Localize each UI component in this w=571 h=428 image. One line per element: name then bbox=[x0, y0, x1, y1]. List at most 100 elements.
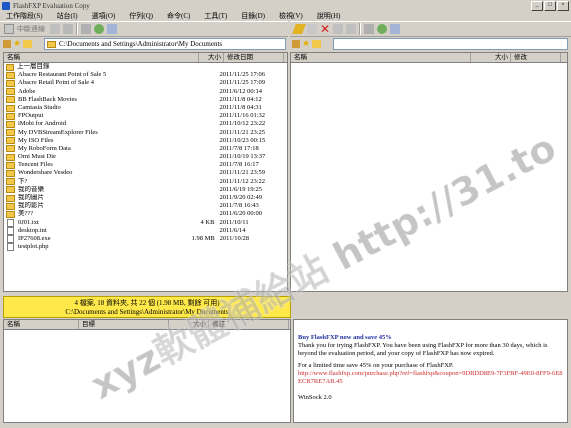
purchase-link[interactable]: http://www.flashfxp.com/purchase.php?ref… bbox=[298, 370, 563, 386]
home-icon[interactable] bbox=[3, 40, 11, 48]
file-name: 我的圖片 bbox=[18, 194, 44, 201]
file-row[interactable]: 0J01.txt 4 KB 2011/10/11 bbox=[4, 219, 287, 227]
file-size bbox=[192, 104, 216, 112]
column-name[interactable]: 名稱 bbox=[291, 53, 471, 62]
minimize-button[interactable]: _ bbox=[531, 1, 543, 11]
file-name: 下? bbox=[18, 177, 28, 185]
column-modified[interactable]: 修改日期 bbox=[224, 53, 284, 62]
folder-icon bbox=[6, 104, 15, 112]
queue-column-name[interactable]: 名稱 bbox=[4, 320, 79, 329]
folder-icon bbox=[6, 202, 15, 210]
queue-column-notes[interactable]: 備註 bbox=[209, 320, 289, 329]
message-title: Buy FlashFXP now and save 45% bbox=[298, 334, 392, 341]
queue-icon[interactable] bbox=[364, 24, 374, 34]
file-row[interactable]: FPOutput 2011/11/16 01:32 bbox=[4, 112, 287, 120]
file-row[interactable]: My DVBStreamExplorer Files 2011/11/21 23:… bbox=[4, 129, 287, 137]
favorites-icon[interactable]: ★ bbox=[13, 39, 21, 49]
file-row[interactable]: Adobe 2011/6/12 00:14 bbox=[4, 88, 287, 96]
up-directory-icon[interactable] bbox=[23, 40, 33, 48]
file-row[interactable]: 美??? 2011/6/20 00:00 bbox=[4, 210, 287, 218]
menu-sites[interactable]: 站台(I) bbox=[57, 11, 78, 21]
message-body-expired: Thank you for trying FlashFXP. You have … bbox=[298, 342, 548, 357]
file-row[interactable]: 下? 2011/11/12 23:22 bbox=[4, 178, 287, 186]
file-row[interactable]: IP27608.exe 1.98 MB 2011/10/28 bbox=[4, 234, 287, 244]
menu-commands[interactable]: 命令(C) bbox=[167, 11, 190, 21]
left-file-pane: 名稱 大小 修改日期 上一層目錄 Abacre Restaurant Point … bbox=[3, 52, 288, 292]
favorites-icon[interactable]: ★ bbox=[302, 39, 310, 49]
menu-queue[interactable]: 佇列(Q) bbox=[129, 11, 153, 21]
close-button[interactable]: × bbox=[557, 1, 569, 11]
file-date: 2011/11/25 17:09 bbox=[219, 79, 265, 87]
menu-view[interactable]: 檢視(V) bbox=[279, 11, 303, 21]
menu-directory[interactable]: 目錄(D) bbox=[241, 11, 265, 21]
column-size[interactable]: 大小 bbox=[471, 53, 511, 62]
abort-icon[interactable]: ✕ bbox=[320, 23, 330, 35]
file-row[interactable]: 我的圖片 2011/9/20 02:49 bbox=[4, 194, 287, 202]
menu-session[interactable]: 工作階段(S) bbox=[6, 11, 43, 21]
file-row[interactable]: 上一層目錄 bbox=[4, 63, 287, 71]
pause-icon[interactable] bbox=[63, 24, 73, 34]
connect-icon[interactable] bbox=[292, 24, 306, 34]
file-date: 2011/7/8 16:43 bbox=[219, 202, 259, 210]
disconnect-icon[interactable] bbox=[4, 24, 14, 34]
file-row[interactable]: Abacre Retail Point of Sale 4 2011/11/25 … bbox=[4, 79, 287, 87]
file-name-cell: 美??? bbox=[4, 210, 192, 218]
folder-icon bbox=[6, 129, 15, 137]
queue-column-size[interactable]: 大小 bbox=[169, 320, 209, 329]
pause-icon[interactable] bbox=[333, 24, 343, 34]
refresh-icon[interactable] bbox=[94, 24, 104, 34]
refresh-icon[interactable] bbox=[377, 24, 387, 34]
right-toolbar: ✕ bbox=[290, 21, 571, 37]
file-row[interactable]: 我的影片 2011/7/8 16:43 bbox=[4, 202, 287, 210]
left-path-field[interactable]: C:\Documents and Settings\Administrator\… bbox=[44, 38, 286, 50]
file-name-cell: Abacre Restaurant Point of Sale 5 bbox=[4, 71, 192, 79]
file-row[interactable]: Tencent Files 2011/7/8 16:17 bbox=[4, 161, 287, 169]
left-file-header: 名稱 大小 修改日期 bbox=[4, 53, 287, 63]
left-nav-buttons: ★ bbox=[3, 38, 43, 50]
up-directory-icon[interactable] bbox=[312, 40, 322, 48]
folder-icon bbox=[6, 79, 15, 87]
left-status-summary: 4 檔案, 18 資料夾, 共 22 個 (1.98 MB, 剩餘 可用) bbox=[74, 299, 220, 307]
right-file-header: 名稱 大小 修改 bbox=[291, 53, 567, 63]
file-row[interactable]: iMobi for Android 2011/10/12 23:22 bbox=[4, 120, 287, 128]
home-icon[interactable] bbox=[292, 40, 300, 48]
file-date: 2011/10/23 00:15 bbox=[219, 136, 266, 144]
file-size bbox=[192, 120, 216, 128]
file-size: 1.98 MB bbox=[191, 234, 215, 242]
column-modified[interactable]: 修改 bbox=[511, 53, 561, 62]
file-row[interactable]: Abacre Restaurant Point of Sale 5 2011/11… bbox=[4, 71, 287, 79]
file-date bbox=[216, 243, 287, 251]
menu-bar: 工作階段(S) 站台(I) 選項(O) 佇列(Q) 命令(C) 工具(T) 目錄… bbox=[0, 11, 571, 21]
file-row[interactable]: Wondershare Vesdeo 2011/11/21 23:59 bbox=[4, 169, 287, 178]
menu-tools[interactable]: 工具(T) bbox=[204, 11, 227, 21]
maximize-button[interactable]: □ bbox=[544, 1, 556, 11]
queue-header: 名稱 目標 大小 備註 bbox=[4, 320, 290, 330]
transfer-icon[interactable] bbox=[50, 24, 60, 34]
disconnect-button[interactable]: 中斷連線 bbox=[17, 24, 45, 34]
view-icon[interactable] bbox=[107, 24, 117, 34]
file-row[interactable]: testplot.php bbox=[4, 243, 287, 252]
file-row[interactable]: 我的音樂 2011/6/19 19:25 bbox=[4, 186, 287, 194]
column-size[interactable]: 大小 bbox=[199, 53, 224, 62]
file-name-cell: 下? bbox=[4, 178, 192, 186]
file-name-cell: Adobe bbox=[4, 88, 192, 96]
menu-options[interactable]: 選項(O) bbox=[92, 11, 116, 21]
quick-connect-icon[interactable] bbox=[307, 24, 317, 34]
file-name: 我的音樂 bbox=[18, 185, 44, 193]
file-date: 2011/9/20 02:49 bbox=[219, 194, 262, 201]
file-row[interactable]: My ISO Files 2011/10/23 00:15 bbox=[4, 137, 287, 145]
queue-icon[interactable] bbox=[81, 24, 91, 34]
menu-help[interactable]: 說明(H) bbox=[317, 11, 341, 21]
queue-column-target[interactable]: 目標 bbox=[79, 320, 169, 329]
stop-icon[interactable] bbox=[346, 24, 356, 34]
file-row[interactable]: Orni Must Die 2011/10/19 13:37 bbox=[4, 153, 287, 161]
column-name[interactable]: 名稱 bbox=[4, 53, 199, 62]
file-row[interactable]: My RoboForm Data 2011/7/8 17:18 bbox=[4, 145, 287, 153]
file-name: Tencent Files bbox=[18, 161, 53, 169]
file-row[interactable]: desktop.ini 2011/6/14 bbox=[4, 227, 287, 235]
view-icon[interactable] bbox=[390, 24, 400, 34]
file-row[interactable]: Camtasia Studio 2011/11/8 04:31 bbox=[4, 104, 287, 112]
right-path-field[interactable] bbox=[333, 38, 568, 50]
file-row[interactable]: BB FlashBack Movies 2011/11/8 04:12 bbox=[4, 96, 287, 104]
file-size bbox=[192, 71, 216, 79]
